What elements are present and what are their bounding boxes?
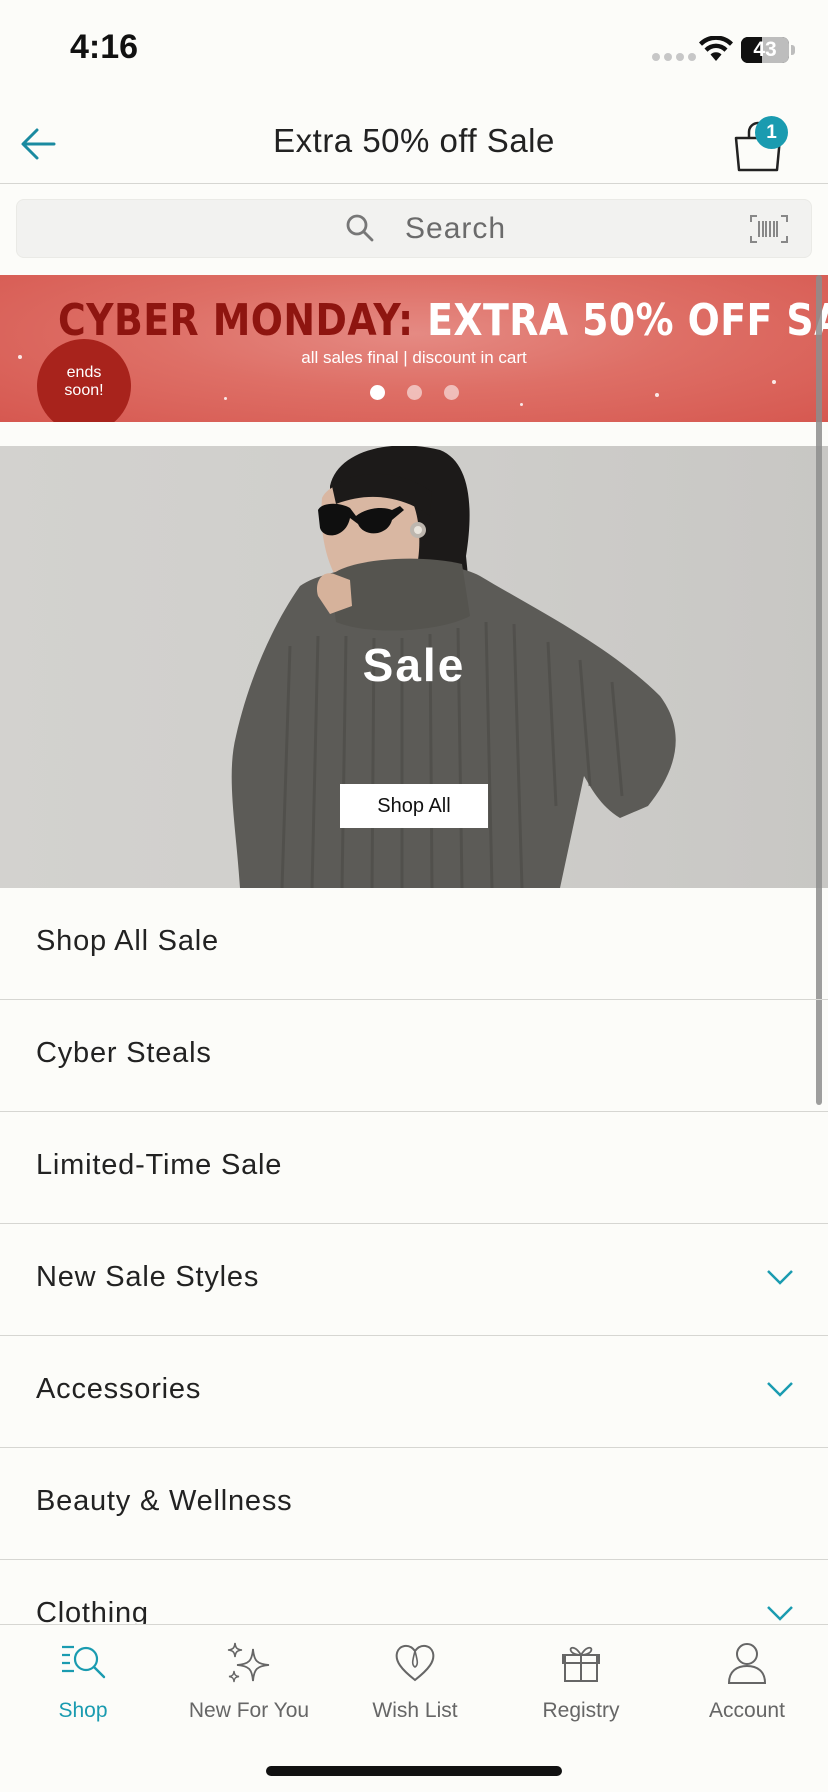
barcode-scan-icon[interactable] [749, 214, 789, 244]
status-bar: 4:16 43 [0, 0, 828, 100]
carousel-dot[interactable] [407, 385, 422, 400]
carousel-dot[interactable] [444, 385, 459, 400]
tab-wish-list[interactable]: Wish List [332, 1625, 498, 1735]
battery-cap [791, 45, 795, 55]
promo-headline: CYBER MONDAY: EXTRA 50% OFF SALE ➔ [57, 295, 828, 346]
person-icon [727, 1643, 767, 1684]
badge-line-2: soon! [64, 382, 104, 399]
promo-headline-dark: CYBER MONDAY: [57, 295, 414, 346]
hero-banner[interactable]: Sale Shop All [0, 446, 828, 888]
category-label: Limited-Time Sale [36, 1149, 283, 1181]
tab-registry[interactable]: Registry [498, 1625, 664, 1735]
hero-title: Sale [362, 639, 466, 691]
signal-icon [652, 53, 696, 61]
list-item[interactable]: Shop All Sale [0, 888, 828, 1000]
tab-account[interactable]: Account [664, 1625, 828, 1735]
promo-headline-light: EXTRA 50% OFF SALE [427, 295, 828, 346]
search-placeholder: Search [405, 212, 507, 245]
category-label: Cyber Steals [36, 1037, 212, 1069]
search-input[interactable]: Search [16, 199, 812, 258]
tab-label: Wish List [372, 1699, 458, 1722]
shop-search-icon [62, 1645, 106, 1679]
tab-label: Account [709, 1699, 785, 1722]
category-label: Beauty & Wellness [36, 1485, 293, 1517]
category-list: Shop All Sale Cyber Steals Limited-Time … [0, 888, 828, 1672]
cart-count-badge: 1 [755, 116, 788, 149]
heart-icon [395, 1645, 435, 1682]
chevron-down-icon[interactable] [766, 1268, 794, 1286]
home-indicator[interactable] [266, 1766, 562, 1776]
tab-label: Shop [58, 1699, 108, 1722]
tab-new-for-you[interactable]: New For You [166, 1625, 332, 1735]
nav-header: Extra 50% off Sale 1 [0, 100, 828, 184]
sparkle-icon [227, 1642, 270, 1683]
chevron-down-icon[interactable] [766, 1604, 794, 1622]
shop-all-button[interactable]: Shop All [340, 784, 488, 828]
list-item[interactable]: New Sale Styles [0, 1224, 828, 1336]
carousel-indicator [370, 385, 459, 400]
tab-label: New For You [188, 1699, 310, 1722]
list-item[interactable]: Cyber Steals [0, 1000, 828, 1112]
search-icon [346, 214, 374, 242]
badge-line-1: ends [66, 364, 102, 381]
status-time: 4:16 [70, 28, 139, 66]
carousel-dot[interactable] [370, 385, 385, 400]
wifi-icon [699, 36, 733, 61]
category-label: Shop All Sale [36, 925, 219, 957]
ends-soon-badge: ends soon! [37, 339, 131, 422]
list-item[interactable]: Accessories [0, 1336, 828, 1448]
gift-icon [562, 1646, 600, 1682]
list-item[interactable]: Beauty & Wellness [0, 1448, 828, 1560]
battery-percent: 43 [753, 38, 777, 61]
list-item[interactable]: Limited-Time Sale [0, 1112, 828, 1224]
chevron-down-icon[interactable] [766, 1380, 794, 1398]
page-title: Extra 50% off Sale [273, 122, 555, 159]
tab-shop[interactable]: Shop [0, 1625, 166, 1735]
category-label: New Sale Styles [36, 1261, 260, 1293]
battery-icon: 43 [741, 37, 789, 63]
category-label: Accessories [36, 1373, 202, 1405]
promo-banner[interactable]: CYBER MONDAY: EXTRA 50% OFF SALE ➔ all s… [0, 275, 828, 422]
tab-label: Registry [542, 1699, 620, 1722]
